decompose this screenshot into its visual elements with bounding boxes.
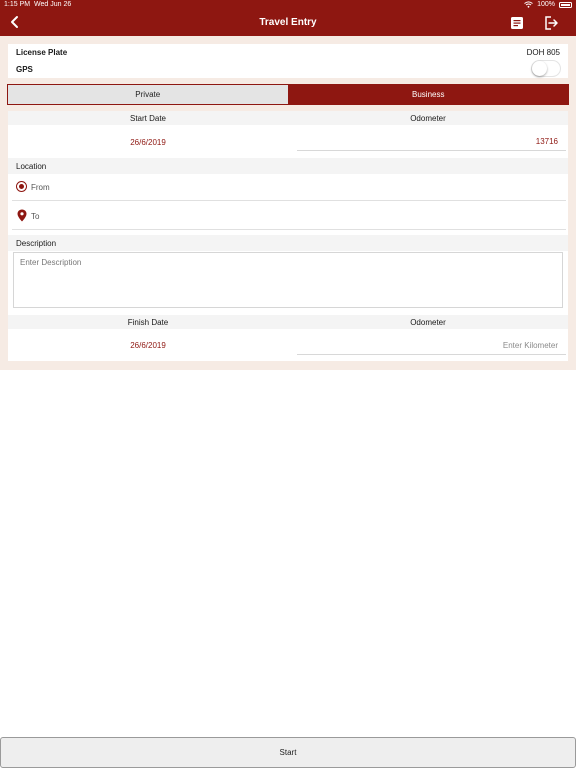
page-title: Travel Entry bbox=[259, 17, 317, 28]
battery-percent: 100% bbox=[537, 1, 555, 8]
finish-odometer-field[interactable]: Enter Kilometer bbox=[297, 333, 566, 355]
business-segment[interactable]: Business bbox=[288, 85, 568, 104]
status-date: Wed Jun 26 bbox=[34, 1, 72, 8]
license-plate-label: License Plate bbox=[16, 48, 68, 57]
radio-origin-icon bbox=[16, 181, 27, 192]
status-indicators: 100% bbox=[524, 1, 572, 8]
battery-icon bbox=[559, 1, 572, 8]
license-plate-value: DOH 805 bbox=[526, 48, 560, 57]
trip-type-segmented-control: Private Business bbox=[7, 84, 569, 105]
trip-form-card: Start Date Odometer 26/6/2019 13716 Loca… bbox=[8, 111, 568, 361]
location-label: Location bbox=[8, 158, 568, 174]
finish-header-row: Finish Date Odometer bbox=[8, 315, 568, 329]
start-odometer-value: 13716 bbox=[535, 137, 558, 146]
from-location-field[interactable]: From bbox=[12, 173, 566, 201]
vehicle-card: License Plate DOH 805 GPS bbox=[8, 44, 568, 78]
description-label: Description bbox=[8, 235, 568, 251]
wifi-icon bbox=[524, 1, 533, 8]
to-location-field[interactable]: To bbox=[12, 202, 566, 230]
exit-icon[interactable] bbox=[543, 15, 559, 31]
private-segment[interactable]: Private bbox=[8, 85, 289, 104]
finish-odometer-header: Odometer bbox=[410, 318, 446, 327]
finish-date-value[interactable]: 26/6/2019 bbox=[8, 341, 288, 350]
status-bar: 1:15 PM Wed Jun 26 100% bbox=[0, 0, 576, 11]
finish-odometer-placeholder: Enter Kilometer bbox=[502, 341, 558, 350]
to-placeholder: To bbox=[31, 212, 40, 221]
gps-toggle[interactable] bbox=[531, 60, 561, 77]
start-header-row: Start Date Odometer bbox=[8, 111, 568, 125]
toggle-knob bbox=[532, 61, 547, 76]
status-time: 1:15 PM bbox=[4, 1, 31, 8]
start-odometer-field[interactable]: 13716 bbox=[297, 129, 566, 151]
start-button[interactable]: Start bbox=[0, 737, 576, 768]
description-textarea[interactable]: Enter Description bbox=[13, 252, 563, 308]
finish-date-header: Finish Date bbox=[127, 318, 169, 327]
from-placeholder: From bbox=[31, 183, 50, 192]
map-pin-icon bbox=[17, 209, 27, 222]
nav-bar: 1:15 PM Wed Jun 26 100% Travel Entry bbox=[0, 0, 576, 36]
start-odometer-header: Odometer bbox=[410, 114, 446, 123]
start-date-header: Start Date bbox=[129, 114, 166, 123]
note-icon[interactable] bbox=[510, 16, 524, 30]
gps-label: GPS bbox=[16, 65, 33, 74]
start-date-value[interactable]: 26/6/2019 bbox=[8, 138, 288, 147]
